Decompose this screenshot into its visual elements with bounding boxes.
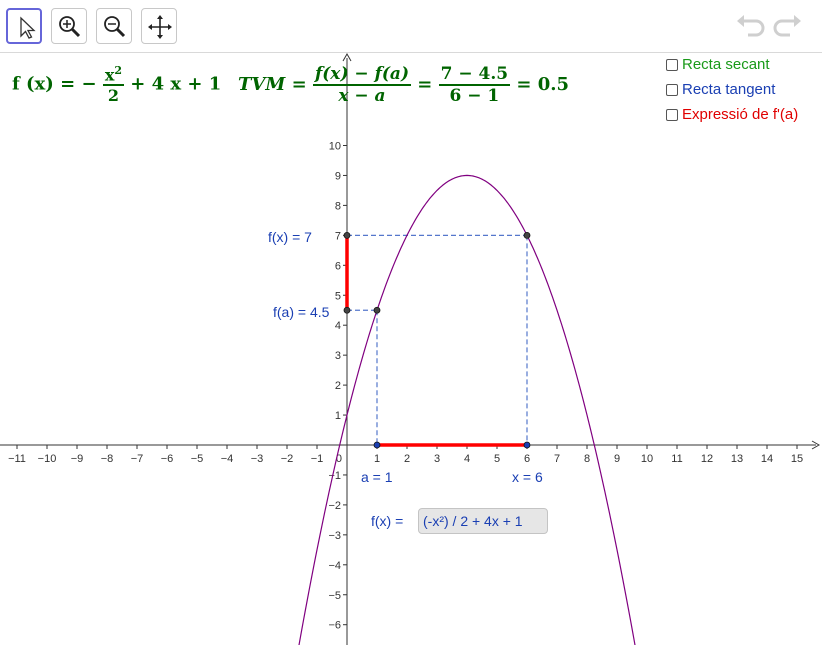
y-tick-label: 10	[329, 141, 341, 153]
y-tick-label: −5	[328, 590, 341, 602]
x-tick-label: 15	[791, 453, 803, 465]
y-tick-label: 8	[335, 200, 341, 212]
y-tick-label: −1	[328, 470, 341, 482]
x-tick-labels: −11 −10 −9 −8 −7 −6 −5 −4 −3 −2 −1 0 1 2 3 4 5 6 7 8 9 10 11 12…	[8, 453, 803, 465]
checkbox-box[interactable]	[666, 58, 678, 71]
y-tick-label: 1	[335, 410, 341, 422]
x-tick-label: 4	[464, 453, 470, 465]
y-tick-label: 9	[335, 170, 341, 182]
function-formula: f (x) = − x2 2 + 4 x + 1	[12, 64, 222, 106]
x-tick-label: 3	[434, 453, 440, 465]
x-tick-label: 2	[404, 453, 410, 465]
x-tick-label: 14	[761, 453, 773, 465]
point-x-on-curve[interactable]	[523, 231, 531, 239]
checkbox-recta-tangent[interactable]: Recta tangent	[666, 81, 775, 98]
label-fx-value: f(x) = 7	[268, 229, 312, 245]
arrow-cursor-icon	[20, 16, 36, 39]
x-tick-label: 13	[731, 453, 743, 465]
x-tick-label: 5	[494, 453, 500, 465]
y-tick-label: −6	[328, 620, 341, 632]
y-tick-label: −4	[328, 560, 341, 572]
y-tick-label: 3	[335, 350, 341, 362]
input-label: f(x) =	[371, 513, 404, 529]
label-x-value: x = 6	[512, 469, 543, 485]
tvm-symbolic-fraction: f(x) − f(a) x − a	[312, 64, 411, 106]
graphics-view[interactable]: −6−5−4−3−2−112345678910 −11 −10 −9 −8 −7 −6 −5…	[0, 52, 822, 645]
undo-icon[interactable]	[734, 12, 766, 40]
function-input-field[interactable]: (-x²) / 2 + 4x + 1	[418, 508, 548, 534]
zoom-in-button[interactable]	[51, 8, 87, 44]
x-tick-label: −2	[281, 453, 294, 465]
x-tick-label: −1	[311, 453, 324, 465]
zoom-in-icon	[59, 16, 81, 38]
point-fx-on-axis[interactable]	[343, 231, 351, 239]
x-tick-label: −6	[161, 453, 174, 465]
x-tick-label: −11	[8, 453, 26, 465]
checkbox-box[interactable]	[666, 83, 678, 96]
zoom-out-icon	[104, 16, 126, 38]
move-arrows-icon	[148, 15, 172, 39]
x-tick-label: −5	[191, 453, 204, 465]
tvm-formula: TVM = f(x) − f(a) x − a = 7 − 4.5 6 − 1 …	[238, 64, 570, 106]
toolbar	[0, 0, 822, 53]
point-a-on-curve[interactable]	[373, 306, 381, 314]
zoom-out-button[interactable]	[96, 8, 132, 44]
redo-icon[interactable]	[772, 12, 804, 40]
y-tick-label: 2	[335, 380, 341, 392]
x-tick-label: 7	[554, 453, 560, 465]
move-tool-button[interactable]	[6, 8, 42, 44]
checkbox-box[interactable]	[666, 108, 678, 121]
x-tick-label: 9	[614, 453, 620, 465]
tvm-numeric-fraction: 7 − 4.5 6 − 1	[438, 64, 511, 106]
y-tick-labels: −6 −5 −4 −3 −2 −1 1 2 3 4 5 6 7 8 9 10	[328, 141, 341, 632]
x-tick-label: −3	[251, 453, 264, 465]
x-tick-label: 8	[584, 453, 590, 465]
point-x-on-axis[interactable]	[523, 441, 531, 449]
x-tick-label: 12	[701, 453, 713, 465]
y-tick-label: 6	[335, 260, 341, 272]
y-tick-label: −3	[328, 530, 341, 542]
y-tick-label: −2	[328, 500, 341, 512]
y-tick-label: 4	[335, 320, 341, 332]
label-fa-value: f(a) = 4.5	[273, 304, 330, 320]
move-graphics-view-button[interactable]	[141, 8, 177, 44]
x-tick-label: 11	[671, 453, 682, 465]
label-a-value: a = 1	[361, 469, 393, 485]
y-tick-label: 5	[335, 290, 341, 302]
x-tick-label: 6	[524, 453, 530, 465]
x-tick-label: −9	[71, 453, 84, 465]
x-tick-label: −7	[131, 453, 144, 465]
point-fa-on-axis[interactable]	[343, 306, 351, 314]
checkbox-recta-secant[interactable]: Recta secant	[666, 56, 770, 73]
y-tick-label: 7	[335, 230, 341, 242]
point-a-on-axis[interactable]	[373, 441, 381, 449]
checkbox-expressio-derivada[interactable]: Expressió de f'(a)	[666, 106, 798, 123]
function-name: f (x)	[12, 73, 54, 95]
tvm-label: TVM	[238, 74, 286, 95]
x-tick-label: −10	[38, 453, 57, 465]
x-tick-label: −8	[101, 453, 114, 465]
function-fraction: x2 2	[102, 64, 125, 106]
x-tick-label: −4	[221, 453, 234, 465]
x-tick-label: 10	[641, 453, 653, 465]
x-tick-label: 1	[374, 453, 380, 465]
